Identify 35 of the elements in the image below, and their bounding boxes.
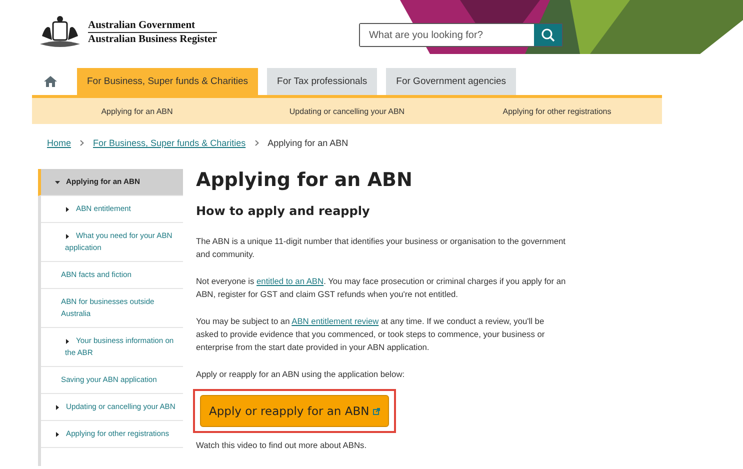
paragraph: Watch this video to find out more about ABNs. — [196, 439, 368, 452]
caret-right-icon — [65, 234, 70, 238]
nav-tab[interactable]: For Tax professionals — [267, 68, 378, 95]
subnav-link[interactable]: Updating or cancelling your ABN — [289, 106, 405, 116]
paragraph: Not everyone is entitled to an ABN. You may face prosecution or criminal charges if you apply for an ABN, register for GST and claim GST refunds when you're not entitled. — [196, 275, 566, 301]
breadcrumb-link[interactable]: Home — [47, 138, 72, 148]
paragraph: Apply or reapply for an ABN using the application below: — [196, 368, 406, 381]
paragraph: You may be subject to an ABN entitlement review at any time. If we conduct a review, you'll be asked to provide evidence that you commenced, or took steps to commence, your business or enterprise from the start date provided in your ABN application. — [196, 315, 546, 354]
nav-tab[interactable]: For Business, Super funds & Charities — [77, 68, 258, 95]
chevron-right-icon — [80, 140, 84, 146]
chevron-right-icon — [254, 140, 259, 146]
search-button[interactable] — [534, 24, 562, 46]
caret-down-icon — [55, 180, 60, 184]
external-link-icon — [373, 408, 380, 414]
paragraph: The ABN is a unique 11-digit number that identifies your business or organisation to the government and community. — [196, 235, 566, 261]
home-icon — [44, 76, 56, 87]
inline-link[interactable]: entitled to an ABN — [256, 276, 324, 286]
subnav-link[interactable]: Applying for an ABN — [101, 106, 173, 116]
logo-text: Australian Government — [88, 18, 217, 32]
inline-link[interactable]: ABN entitlement review — [292, 316, 379, 326]
subnav-link[interactable]: Applying for other registrations — [502, 106, 612, 116]
caret-right-icon — [55, 432, 60, 436]
search-icon — [540, 28, 555, 42]
page-title: Applying for an ABN — [196, 169, 414, 191]
search-field[interactable]: What are you looking for? — [358, 23, 563, 47]
breadcrumb-link[interactable]: For Business, Super funds & Charities — [93, 138, 246, 148]
nav-tab[interactable]: For Government agencies — [386, 68, 516, 95]
section-heading: How to apply and reapply — [196, 204, 371, 218]
logo-text: Australian Business Register — [88, 32, 217, 46]
caret-right-icon — [55, 404, 60, 410]
apply-button[interactable]: Apply or reapply for an ABN — [200, 395, 390, 427]
coat-of-arms-drawing — [38, 14, 82, 50]
caret-right-icon — [65, 206, 70, 212]
breadcrumb-current: Applying for an ABN — [268, 138, 348, 148]
caret-right-icon — [65, 338, 70, 344]
